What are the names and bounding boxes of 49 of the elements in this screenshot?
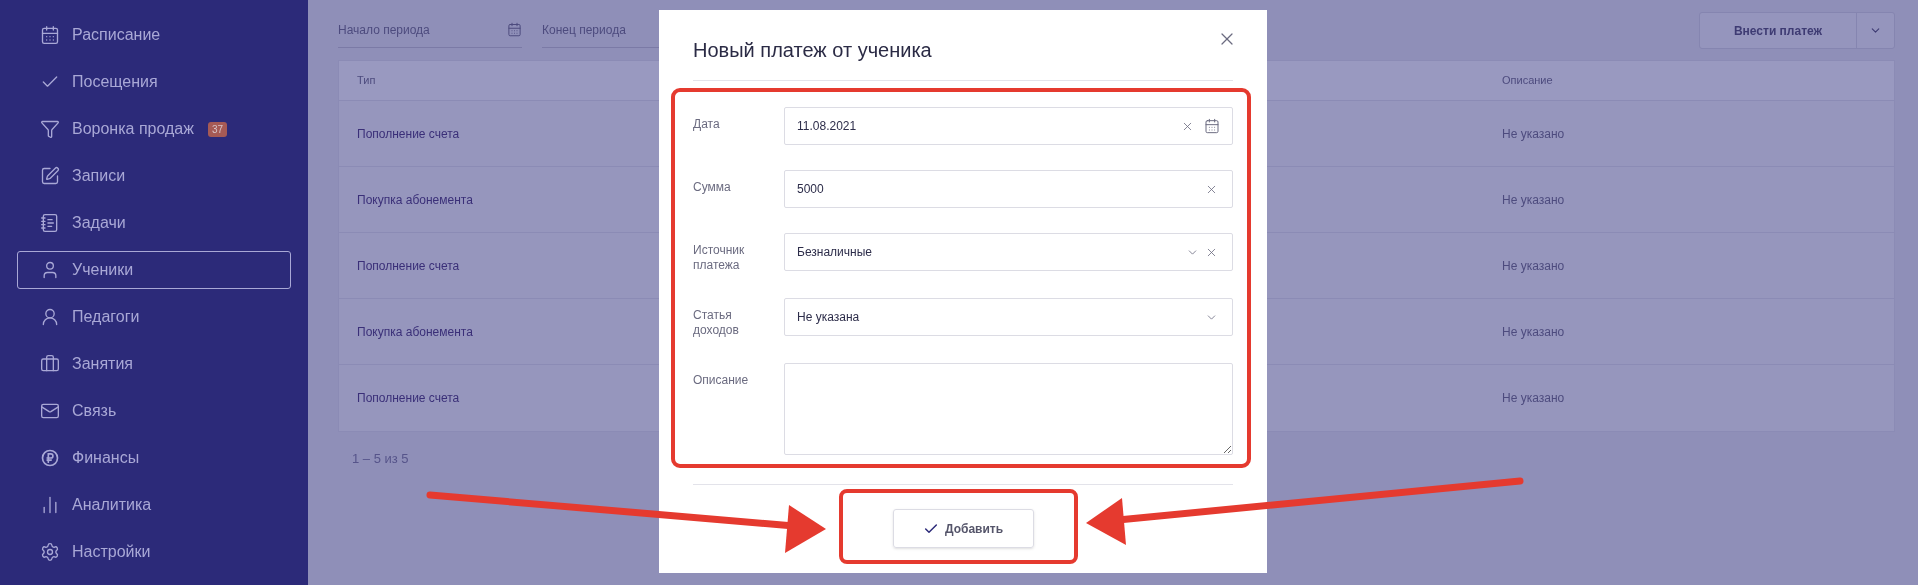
count-badge: 37 bbox=[207, 121, 228, 137]
field-label: Сумма bbox=[693, 179, 732, 195]
ruble-circle-icon bbox=[40, 448, 60, 468]
field-label: Дата bbox=[693, 116, 721, 132]
sidebar-item[interactable]: Расписание bbox=[17, 16, 291, 54]
field-label: Статья доходов bbox=[693, 307, 740, 338]
sidebar-item[interactable]: Занятия bbox=[17, 345, 291, 383]
table-cell-text: Не указано bbox=[1502, 191, 1565, 209]
table-cell-text: Не указано bbox=[1502, 125, 1565, 143]
sidebar-item[interactable]: Связь bbox=[17, 392, 291, 430]
sidebar-item[interactable]: Педагоги bbox=[17, 298, 291, 336]
sidebar-item[interactable]: Записи bbox=[17, 157, 291, 195]
sidebar-item[interactable]: Ученики bbox=[17, 251, 291, 289]
table-cell-text: Пополнение счета bbox=[357, 125, 460, 143]
envelope-icon bbox=[40, 401, 60, 421]
column-header: Описание bbox=[1502, 73, 1553, 89]
sidebar-item[interactable]: Настройки bbox=[17, 533, 291, 571]
pagination-text: 1 – 5 из 5 bbox=[352, 451, 409, 466]
table-cell-text: Не указано bbox=[1502, 390, 1565, 407]
field-label: Источник платежа bbox=[693, 242, 746, 273]
select-field[interactable]: Не указана bbox=[784, 298, 1233, 336]
briefcase-icon bbox=[40, 354, 60, 374]
add-button[interactable]: Добавить bbox=[892, 509, 1034, 548]
select-field[interactable]: Безналичные bbox=[784, 233, 1233, 271]
date-field[interactable]: 11.08.2021 bbox=[784, 107, 1233, 145]
field-label: Описание bbox=[693, 372, 750, 388]
pen-square-icon bbox=[40, 166, 60, 186]
sidebar-item[interactable]: Задачи bbox=[17, 204, 291, 242]
notebook-icon bbox=[40, 213, 60, 233]
amount-field[interactable]: 5000 bbox=[784, 170, 1233, 208]
table-cell-text: Не указано bbox=[1502, 257, 1565, 275]
table-cell-text: Пополнение счета bbox=[357, 257, 460, 275]
make-payment-button[interactable]: Внести платеж bbox=[1700, 13, 1856, 48]
gear-icon bbox=[40, 542, 60, 562]
table-cell-text: Пополнение счета bbox=[357, 390, 460, 407]
calendar-icon[interactable] bbox=[1204, 118, 1220, 134]
sidebar-item[interactable]: Аналитика bbox=[17, 486, 291, 524]
sidebar-item[interactable]: Посещения bbox=[17, 63, 291, 101]
calendar-icon[interactable] bbox=[507, 22, 522, 37]
funnel-icon bbox=[40, 119, 60, 139]
calendar-icon bbox=[40, 25, 60, 45]
sidebar-item[interactable]: Финансы bbox=[17, 439, 291, 477]
description-field[interactable] bbox=[784, 363, 1233, 455]
head-icon bbox=[40, 307, 60, 327]
table-cell-text: Покупка абонемента bbox=[357, 191, 473, 209]
column-header: Тип bbox=[357, 73, 376, 89]
table-cell-text: Не указано bbox=[1502, 323, 1565, 341]
table-cell-text: Покупка абонемента bbox=[357, 323, 473, 341]
sidebar-item[interactable]: Воронка продаж 37 bbox=[17, 110, 291, 148]
